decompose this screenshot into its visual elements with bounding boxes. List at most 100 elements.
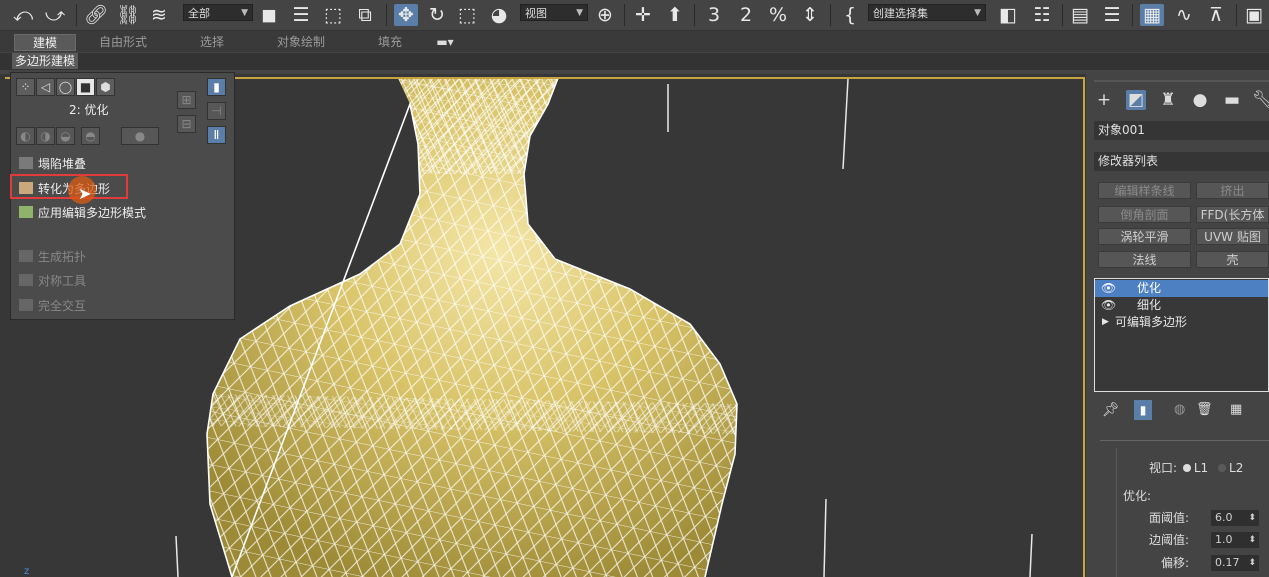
collapse-stack-label: 塌陷堆叠 [38, 157, 87, 171]
select-object-icon[interactable]: ◼ [258, 4, 280, 26]
next-modifier-icon[interactable]: ◑ [36, 127, 55, 145]
remove-modifier-icon[interactable]: 🗑︎ [1196, 402, 1213, 417]
element-icon[interactable]: ⬢ [96, 78, 115, 96]
modifier-button-normal[interactable]: 法线 [1098, 251, 1191, 268]
apply-edit-poly-item[interactable]: 应用编辑多边形模式 [19, 204, 146, 222]
motion-tab-icon[interactable]: ● [1190, 90, 1210, 110]
edit-named-selection-icon[interactable]: { [838, 4, 862, 26]
create-tab-icon[interactable]: + [1094, 90, 1114, 110]
show-cage-icon[interactable]: ◓ [81, 127, 100, 145]
tab-freeform[interactable]: 自由形式 [90, 34, 156, 51]
stack-item-editable-poly[interactable]: ▶ 可编辑多边形 [1095, 314, 1268, 331]
percent-snap-icon[interactable]: % [766, 4, 790, 26]
edge-threshold-spinner[interactable]: 1.0 ⬍ [1211, 532, 1259, 548]
show-end-result-icon[interactable]: ⊟ [177, 115, 196, 133]
prev-modifier-icon[interactable]: ◐ [16, 127, 35, 145]
edge-icon[interactable]: ◁ [36, 78, 55, 96]
modify-tab-icon[interactable]: ◩ [1126, 90, 1146, 110]
spinner-arrows-icon[interactable]: ⬍ [1248, 555, 1256, 571]
generate-topology-icon [19, 250, 33, 262]
keyboard-shortcut-icon[interactable]: ⬆ [664, 4, 686, 26]
ribbon-toggle-icon[interactable]: ☰ [1100, 4, 1124, 26]
mouse-cursor-icon: ➤ [78, 184, 92, 203]
modifier-button-uvw-map[interactable]: UVW 贴图 [1196, 228, 1269, 245]
vertex-icon[interactable]: ⁘ [16, 78, 35, 96]
rotate-icon[interactable]: ↻ [426, 4, 448, 26]
reference-coord-dropdown[interactable]: 视图 ▼ [520, 4, 588, 21]
select-manipulate-icon[interactable]: ✛ [632, 4, 654, 26]
make-unique-icon[interactable]: ◍ [1174, 402, 1185, 417]
modifier-button-turbosmooth[interactable]: 涡轮平滑 [1098, 228, 1191, 245]
viewport-l2-radio[interactable] [1218, 464, 1227, 472]
curve-editor-icon[interactable]: ∿ [1172, 4, 1196, 26]
utilities-tab-icon[interactable]: 🔧︎ [1252, 90, 1269, 110]
panel-mode-icon-2[interactable]: Ⅱ [207, 126, 226, 144]
tab-populate[interactable]: 填充 [365, 34, 415, 51]
polygon-modeling-tab[interactable]: 多边形建模 [12, 53, 79, 69]
rect-selection-icon[interactable]: ⬚ [322, 4, 344, 26]
named-selection-dropdown[interactable]: 创建选择集 ▼ [868, 4, 986, 21]
expand-arrow-icon[interactable]: ▶ [1102, 314, 1109, 331]
layer-explorer-icon[interactable]: ▤ [1068, 4, 1092, 26]
pin-stack-icon[interactable]: ⊞ [177, 91, 196, 109]
modifier-button-bevel-profile[interactable]: 倒角剖面 [1098, 206, 1191, 223]
spinner-snap-icon[interactable]: ⇕ [798, 4, 822, 26]
spinner-arrows-icon[interactable]: ⬍ [1248, 510, 1256, 526]
pivot-center-icon[interactable]: ⊕ [594, 4, 616, 26]
scale-icon[interactable]: ⬚ [456, 4, 478, 26]
eye-icon[interactable]: 👁︎ [1101, 280, 1116, 297]
modifier-stack[interactable]: 👁︎ 优化 👁︎ 细化 ▶ 可编辑多边形 [1094, 278, 1269, 392]
selection-filter-dropdown[interactable]: 全部 ▼ [183, 4, 253, 21]
unlink-icon[interactable]: ⛓︎ [116, 4, 140, 26]
angle-snap-icon[interactable]: 2 [734, 4, 758, 26]
full-interactivity-item[interactable]: 完全交互 [19, 297, 86, 315]
tab-selection[interactable]: 选择 [184, 34, 240, 51]
ribbon-options-icon[interactable]: ▬▾ [430, 34, 460, 51]
collapse-stack-icon [19, 157, 33, 169]
border-icon[interactable]: ◯ [56, 78, 75, 96]
snap-toggle-icon[interactable]: 3 [702, 4, 726, 26]
face-threshold-spinner[interactable]: 6.0 ⬍ [1211, 510, 1259, 526]
modifier-button-ffd-box[interactable]: FFD(长方体 [1196, 206, 1269, 223]
render-setup-icon[interactable]: ▣ [1242, 4, 1266, 26]
place-icon[interactable]: ◕ [488, 4, 510, 26]
undo-icon[interactable]: ⤺ [12, 4, 34, 26]
tab-modeling[interactable]: 建模 [14, 34, 76, 51]
bias-spinner[interactable]: 0.17 ⬍ [1211, 555, 1259, 571]
object-name-field[interactable]: 对象001 [1094, 121, 1269, 140]
configure-sets-icon[interactable]: ▦ [1230, 402, 1242, 417]
modifier-list-dropdown[interactable]: 修改器列表 [1094, 152, 1269, 171]
schematic-view-icon[interactable]: ▦ [1140, 4, 1164, 26]
polygon-icon[interactable]: ■ [76, 78, 95, 96]
redo-icon[interactable]: ⤻ [44, 4, 66, 26]
window-crossing-icon[interactable]: ⧉ [354, 4, 376, 26]
select-by-name-icon[interactable]: ☰ [290, 4, 312, 26]
eye-icon[interactable]: 👁︎ [1101, 297, 1116, 314]
viewport-l1-radio[interactable] [1182, 464, 1191, 472]
pin-stack-icon[interactable]: 📌︎ [1102, 402, 1120, 418]
move-icon[interactable]: ✥ [394, 4, 418, 26]
stack-item-tessellate[interactable]: 👁︎ 细化 [1095, 297, 1268, 314]
symmetry-tools-item[interactable]: 对称工具 [19, 272, 86, 290]
preserve-uv-icon[interactable]: ◒ [56, 127, 75, 145]
generate-topology-item[interactable]: 生成拓扑 [19, 248, 86, 266]
collapse-stack-item[interactable]: 塌陷堆叠 [19, 155, 86, 173]
spinner-arrows-icon[interactable]: ⬍ [1248, 532, 1256, 548]
bind-space-warp-icon[interactable]: ≋ [148, 4, 170, 26]
mirror-icon[interactable]: ◧ [996, 4, 1020, 26]
panel-pin-icon[interactable]: ⊣ [207, 102, 226, 120]
align-icon[interactable]: ☷ [1030, 4, 1054, 26]
show-end-result-icon[interactable]: ▮ [1134, 400, 1152, 420]
hierarchy-tab-icon[interactable]: ♜ [1158, 90, 1178, 110]
material-editor-icon[interactable]: ⊼ [1204, 4, 1228, 26]
modifier-button-edit-spline[interactable]: 编辑样条线 [1098, 182, 1191, 199]
tab-object-paint[interactable]: 对象绘制 [265, 34, 337, 51]
display-tab-icon[interactable]: ▬ [1222, 90, 1242, 110]
ignore-backfacing-icon[interactable]: ● [121, 127, 159, 145]
modifier-button-extrude[interactable]: 挤出 [1196, 182, 1269, 199]
link-icon[interactable]: 🔗︎ [84, 4, 108, 26]
stack-item-optimize[interactable]: 👁︎ 优化 [1095, 280, 1268, 297]
panel-mode-icon-1[interactable]: ▮ [207, 78, 226, 96]
modifier-button-shell[interactable]: 壳 [1196, 251, 1269, 268]
optimize-group-label: 优化: [1121, 488, 1154, 505]
